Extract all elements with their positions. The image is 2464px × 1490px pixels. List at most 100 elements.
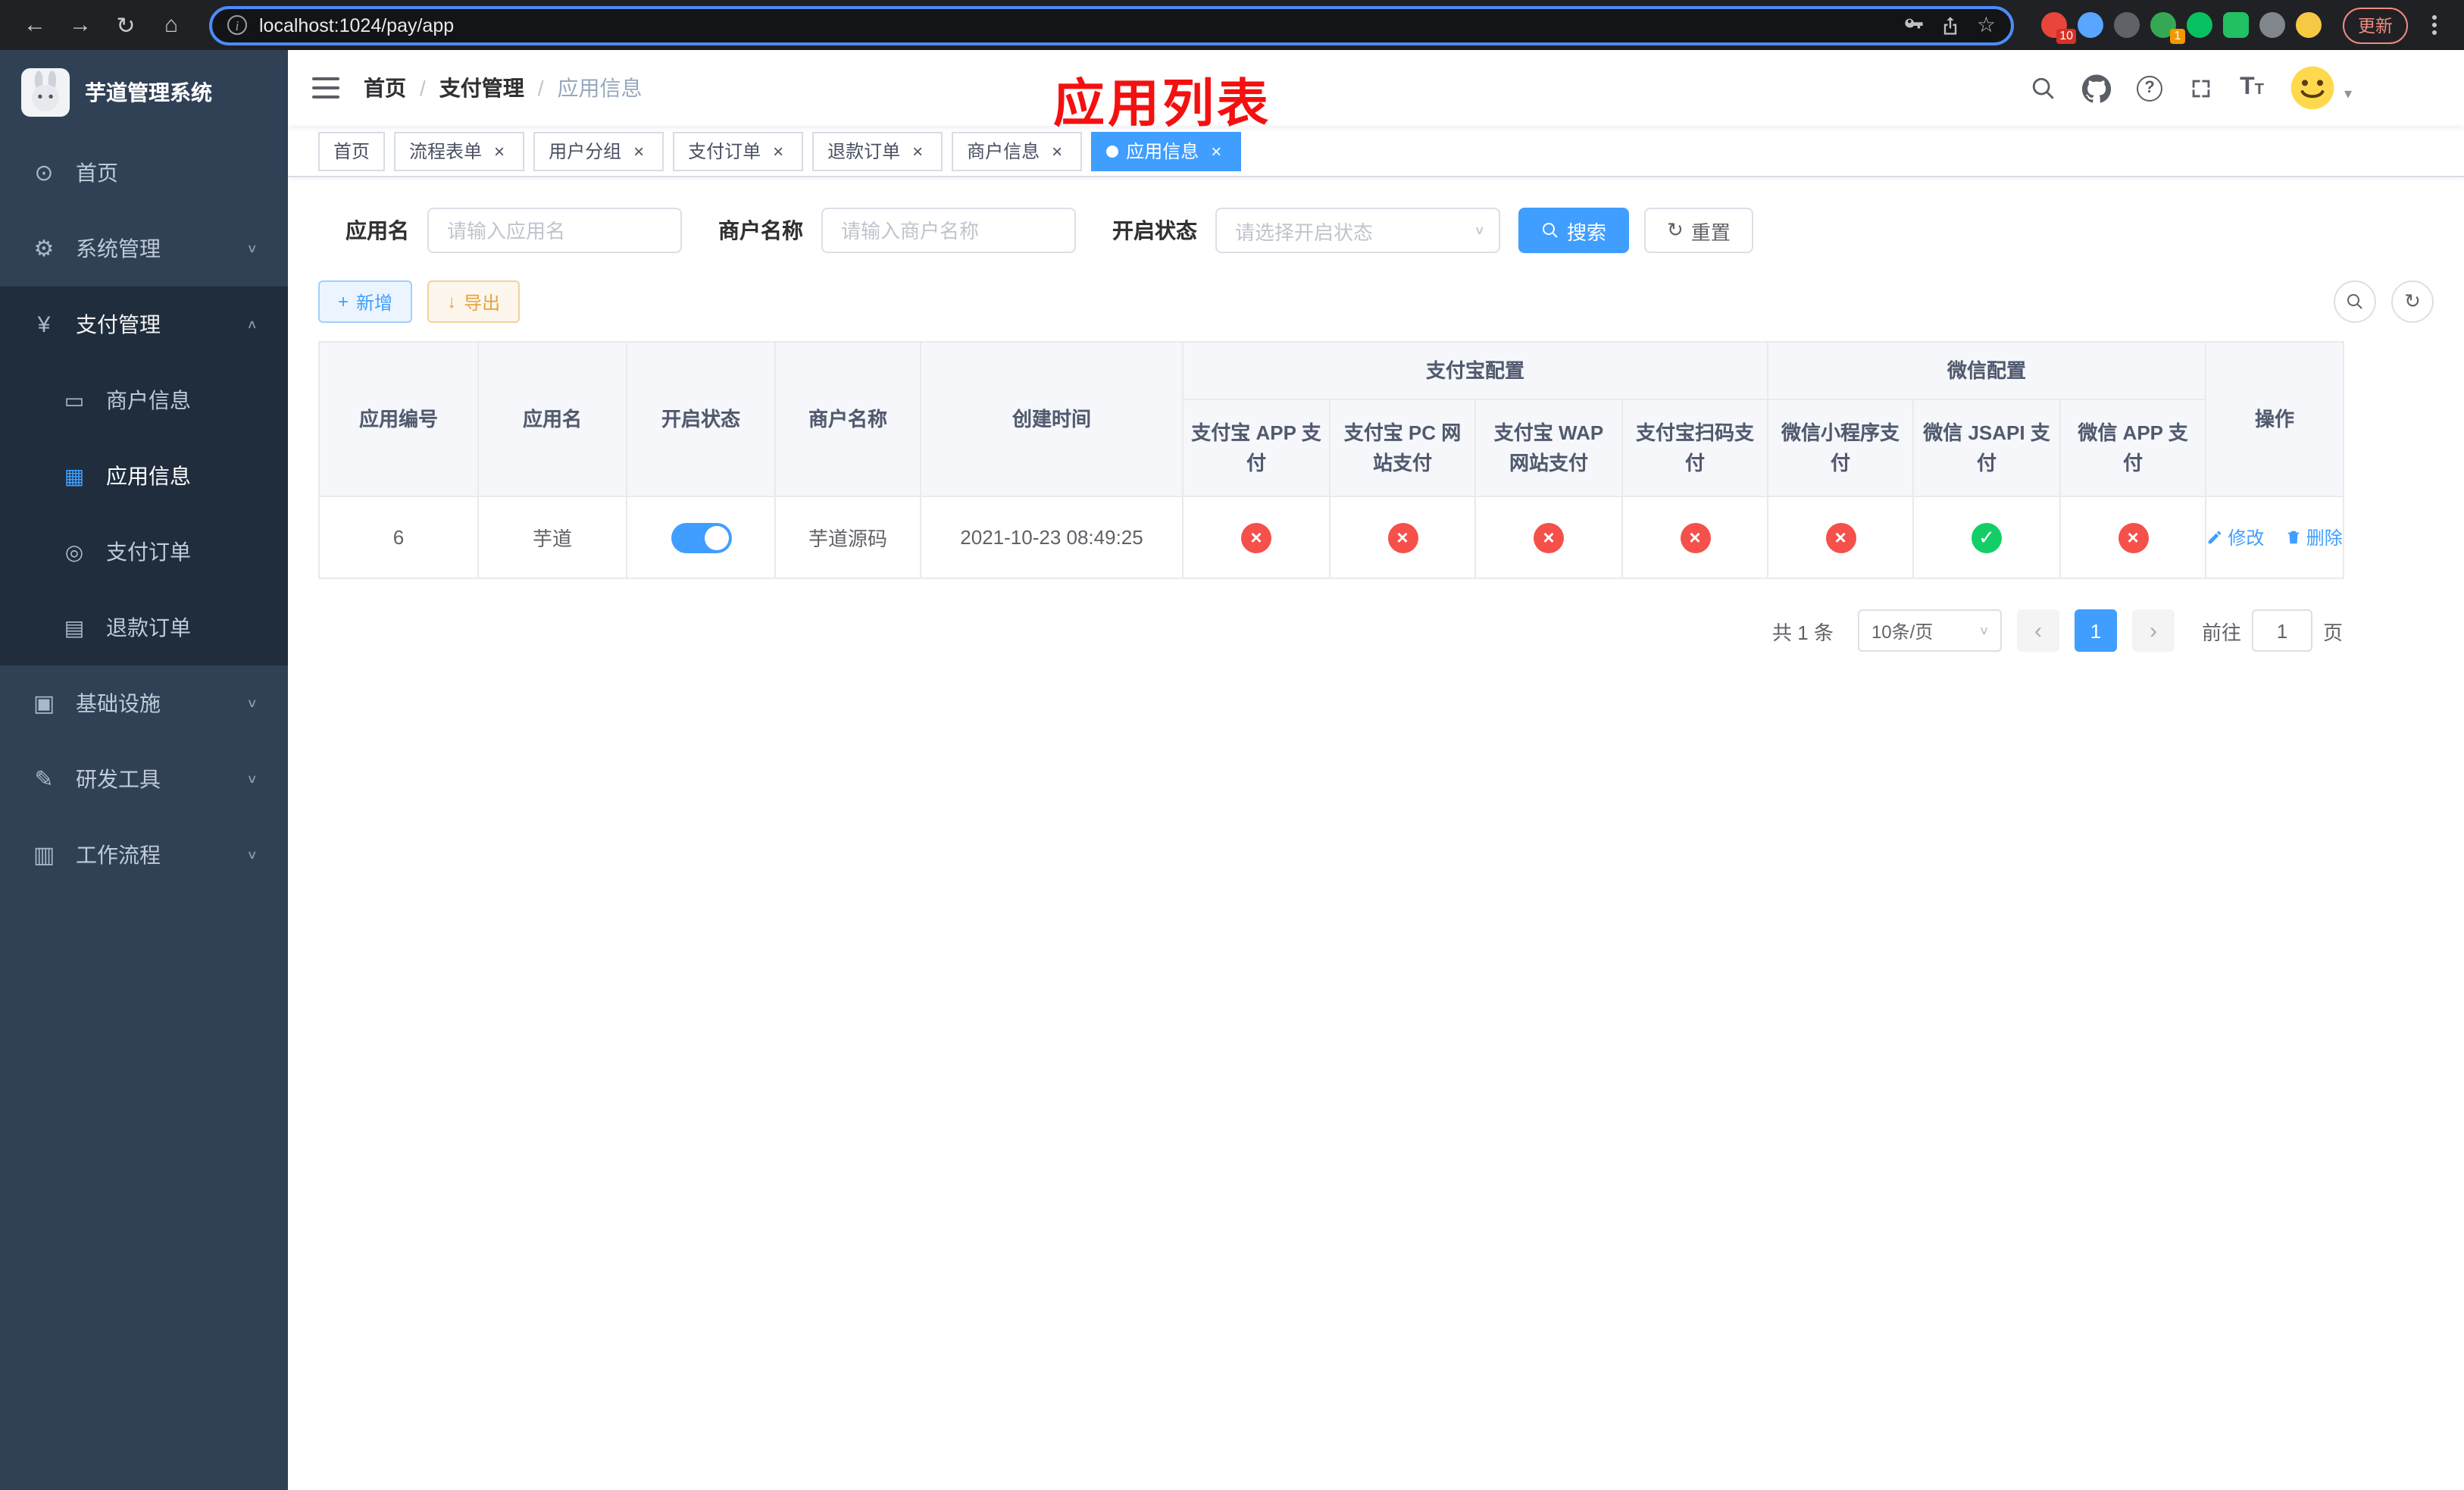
sidebar-toggle-icon[interactable] bbox=[312, 77, 339, 99]
reload-icon[interactable]: ↻ bbox=[106, 7, 145, 43]
forward-icon[interactable]: → bbox=[61, 7, 100, 43]
search-icon[interactable] bbox=[2031, 75, 2056, 101]
share-icon[interactable] bbox=[1940, 14, 1962, 36]
card-icon: ▭ bbox=[64, 387, 85, 412]
cell-wechat-app: × bbox=[2059, 496, 2207, 579]
tab-user-group[interactable]: 用户分组 × bbox=[533, 131, 664, 171]
tab-app-info[interactable]: 应用信息 × bbox=[1091, 131, 1242, 171]
sidebar-item-system[interactable]: ⚙ 系统管理 ∨ bbox=[0, 211, 288, 286]
header-wechat-jsapi: 微信 JSAPI 支付 bbox=[1912, 399, 2062, 497]
github-icon[interactable] bbox=[2082, 74, 2112, 102]
sidebar-item-app-info[interactable]: ▦ 应用信息 bbox=[0, 438, 288, 514]
password-key-icon[interactable] bbox=[1904, 14, 1925, 36]
sidebar-item-home[interactable]: ⊙ 首页 bbox=[0, 135, 288, 211]
address-bar[interactable]: i localhost:1024/pay/app ☆ bbox=[209, 5, 2014, 45]
edit-link[interactable]: 修改 bbox=[2206, 524, 2264, 550]
extensions-area: 10 1 bbox=[2041, 12, 2322, 44]
sidebar-item-pay-orders[interactable]: ◎ 支付订单 bbox=[0, 514, 288, 590]
sidebar-item-infra[interactable]: ▣ 基础设施 ∨ bbox=[0, 665, 288, 741]
sidebar-item-merchant-info[interactable]: ▭ 商户信息 bbox=[0, 362, 288, 438]
table-toolbar: + 新增 ↓ 导出 ↻ bbox=[318, 280, 2434, 323]
tab-label: 支付订单 bbox=[688, 141, 761, 162]
tab-merchant-info[interactable]: 商户信息 × bbox=[952, 131, 1083, 171]
extensions-pin-icon[interactable] bbox=[2259, 12, 2285, 38]
search-button-label: 搜索 bbox=[1567, 221, 1607, 243]
tools-icon: ✎ bbox=[34, 767, 54, 793]
tab-pay-orders[interactable]: 支付订单 × bbox=[673, 131, 804, 171]
merchant-name-input[interactable] bbox=[821, 208, 1076, 253]
tab-label: 流程表单 bbox=[409, 141, 483, 162]
sidebar-logo[interactable]: 芋道管理系统 bbox=[0, 50, 288, 135]
sidebar-item-label: 系统管理 bbox=[76, 236, 161, 261]
close-icon[interactable]: × bbox=[489, 141, 509, 161]
ext-icon-1[interactable]: 10 bbox=[2041, 12, 2076, 44]
status-select[interactable]: 请选择开启状态 ∨ bbox=[1215, 208, 1500, 253]
page-number-active[interactable]: 1 bbox=[2074, 609, 2117, 652]
header-actions: 操作 bbox=[2205, 341, 2345, 497]
sidebar-item-workflow[interactable]: ▥ 工作流程 ∨ bbox=[0, 817, 288, 893]
chevron-down-icon: ∨ bbox=[246, 848, 258, 862]
ext-icon-2[interactable] bbox=[2078, 12, 2103, 38]
breadcrumb-separator: / bbox=[420, 76, 426, 100]
breadcrumb-current: 应用信息 bbox=[557, 76, 643, 100]
avatar bbox=[2290, 66, 2334, 110]
prev-page-button[interactable]: ‹ bbox=[2016, 609, 2059, 652]
status-toggle[interactable] bbox=[671, 522, 731, 552]
ext-icon-6[interactable] bbox=[2223, 12, 2249, 38]
close-icon[interactable]: × bbox=[1206, 141, 1226, 161]
goto-page-input[interactable] bbox=[2251, 609, 2312, 652]
browser-menu-icon[interactable] bbox=[2426, 9, 2443, 41]
active-dot bbox=[1106, 145, 1119, 157]
tab-home[interactable]: 首页 bbox=[318, 131, 386, 171]
ext-icon-5[interactable] bbox=[2187, 12, 2212, 38]
fullscreen-icon[interactable] bbox=[2188, 75, 2214, 101]
browser-update-button[interactable]: 更新 bbox=[2343, 7, 2408, 43]
header-alipay-wap: 支付宝 WAP 网站支付 bbox=[1474, 399, 1623, 497]
delete-link-label: 删除 bbox=[2306, 527, 2343, 549]
header-wechat-mini: 微信小程序支付 bbox=[1767, 399, 1915, 497]
sidebar-item-devtools[interactable]: ✎ 研发工具 ∨ bbox=[0, 741, 288, 817]
url-text[interactable]: localhost:1024/pay/app bbox=[259, 14, 1892, 36]
breadcrumb-home[interactable]: 首页 bbox=[364, 73, 406, 103]
app-name-input[interactable] bbox=[427, 208, 682, 253]
close-icon[interactable]: × bbox=[629, 141, 649, 161]
next-page-button[interactable]: › bbox=[2131, 609, 2175, 652]
page-content: 应用名 商户名称 开启状态 请选择开启状态 ∨ 搜索 ↻ 重 bbox=[288, 177, 2464, 1490]
export-button[interactable]: ↓ 导出 bbox=[427, 280, 521, 323]
breadcrumb-pay[interactable]: 支付管理 bbox=[439, 73, 524, 103]
tab-refund-orders[interactable]: 退款订单 × bbox=[812, 131, 943, 171]
document-icon: ▤ bbox=[64, 615, 85, 639]
bookmark-star-icon[interactable]: ☆ bbox=[1977, 12, 1996, 38]
cell-alipay-app: × bbox=[1182, 496, 1330, 579]
delete-link[interactable]: 删除 bbox=[2285, 524, 2343, 550]
status-cross-icon: × bbox=[1680, 522, 1710, 552]
font-size-icon[interactable]: TT bbox=[2240, 75, 2264, 100]
toggle-search-button[interactable] bbox=[2334, 280, 2376, 323]
status-check-icon: ✓ bbox=[1972, 522, 2003, 552]
close-icon[interactable]: × bbox=[1047, 141, 1067, 161]
site-info-icon[interactable]: i bbox=[227, 15, 247, 35]
edit-link-label: 修改 bbox=[2228, 527, 2265, 549]
search-button[interactable]: 搜索 bbox=[1518, 208, 1630, 253]
sidebar-item-refund-orders[interactable]: ▤ 退款订单 bbox=[0, 590, 288, 665]
screen: ← → ↻ ⌂ i localhost:1024/pay/app ☆ 10 1 … bbox=[0, 0, 2464, 1490]
ext-icon-4[interactable]: 1 bbox=[2150, 12, 2185, 44]
back-icon[interactable]: ← bbox=[15, 7, 55, 43]
header-alipay-pc: 支付宝 PC 网站支付 bbox=[1329, 399, 1476, 497]
sidebar-item-pay[interactable]: ¥ 支付管理 ∧ bbox=[0, 286, 288, 362]
user-menu[interactable]: ▾ bbox=[2290, 65, 2352, 111]
reset-button[interactable]: ↻ 重置 bbox=[1644, 208, 1753, 253]
chevron-down-icon: ∨ bbox=[246, 696, 258, 710]
reset-button-label: 重置 bbox=[1690, 221, 1731, 243]
refresh-button[interactable]: ↻ bbox=[2391, 280, 2434, 323]
profile-avatar-icon[interactable] bbox=[2296, 12, 2322, 38]
close-icon[interactable]: × bbox=[908, 141, 927, 161]
help-icon[interactable]: ? bbox=[2137, 75, 2163, 101]
tab-process-form[interactable]: 流程表单 × bbox=[394, 131, 525, 171]
ext-icon-3[interactable] bbox=[2114, 12, 2140, 38]
add-button[interactable]: + 新增 bbox=[318, 280, 413, 323]
close-icon[interactable]: × bbox=[768, 141, 788, 161]
page-size-select[interactable]: 10条/页 ∨ bbox=[1857, 609, 2002, 652]
header-app-id: 应用编号 bbox=[318, 341, 479, 497]
home-icon[interactable]: ⌂ bbox=[152, 7, 191, 43]
